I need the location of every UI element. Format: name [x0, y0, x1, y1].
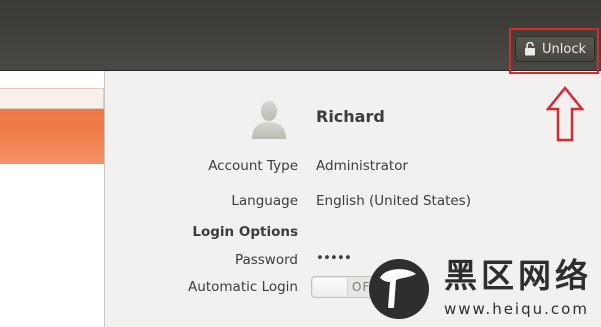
- password-label: Password: [234, 252, 298, 268]
- account-type-label: Account Type: [208, 158, 298, 174]
- password-value[interactable]: •••••: [316, 250, 352, 266]
- user-list-panel: [0, 71, 105, 327]
- annotation-up-arrow-icon: [546, 86, 584, 142]
- language-value[interactable]: English (United States): [316, 193, 471, 209]
- default-user-avatar-icon[interactable]: [248, 98, 290, 140]
- user-list-item-selected[interactable]: [0, 109, 104, 164]
- user-list-item[interactable]: [0, 88, 104, 109]
- user-accounts-window: Unlock Richard Account Type Administrato…: [0, 0, 601, 327]
- language-label: Language: [231, 193, 298, 209]
- user-name[interactable]: Richard: [316, 107, 385, 126]
- switch-knob: [313, 278, 348, 296]
- watermark-logo-icon: [369, 259, 429, 319]
- login-options-heading: Login Options: [192, 224, 298, 240]
- unlock-button[interactable]: Unlock: [515, 36, 595, 62]
- account-type-value[interactable]: Administrator: [316, 158, 408, 174]
- watermark-url: www.heiqu.com: [444, 300, 589, 318]
- unlocked-padlock-icon: [524, 42, 536, 56]
- watermark-text: 黑区网络: [444, 256, 592, 295]
- unlock-button-label: Unlock: [542, 41, 586, 57]
- automatic-login-label: Automatic Login: [188, 279, 298, 295]
- header-bar: Unlock: [0, 0, 601, 71]
